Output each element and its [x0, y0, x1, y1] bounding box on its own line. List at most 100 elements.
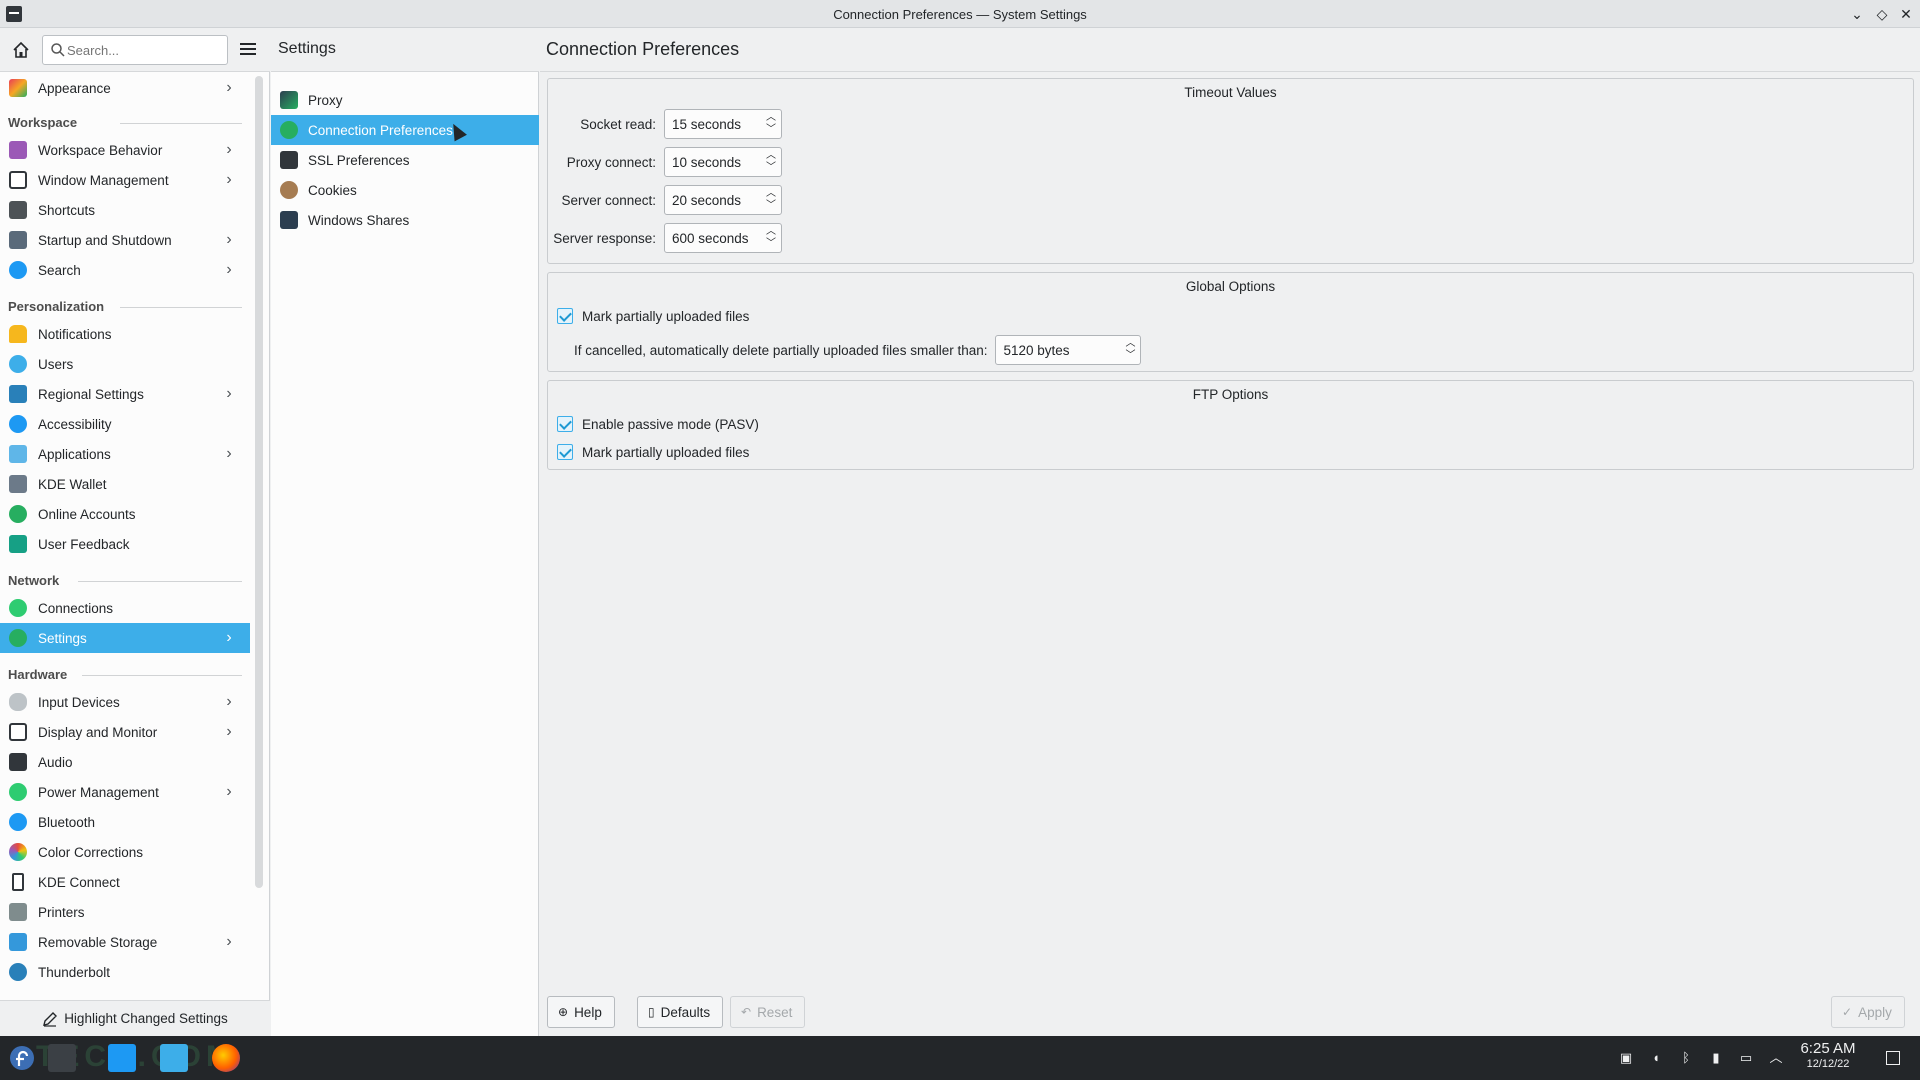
sidebar-item-label: Audio — [38, 754, 73, 770]
sidebar-item-bluetooth[interactable]: Bluetooth — [0, 807, 250, 837]
sidebar-item-settings[interactable]: Settings › — [0, 623, 250, 653]
mid-item-cookies[interactable]: Cookies — [271, 175, 539, 205]
home-icon[interactable] — [10, 39, 32, 61]
sidebar-item-label: Thunderbolt — [38, 964, 111, 980]
sidebar-item-input-devices[interactable]: Input Devices › — [0, 687, 250, 717]
chevron-right-icon: › — [226, 171, 232, 188]
spin-value: 5120 bytes — [1003, 343, 1070, 358]
category-divider — [82, 675, 242, 676]
search-input[interactable] — [67, 41, 223, 59]
chevron-up-icon[interactable]: ︿ — [765, 150, 777, 162]
minimize-icon[interactable]: ⌄ — [1847, 4, 1867, 24]
fedora-launcher-icon[interactable] — [8, 1044, 36, 1072]
sidebar-item-label: Connections — [38, 600, 114, 616]
bluetooth-icon — [9, 813, 27, 831]
sidebar-item-users[interactable]: Users — [0, 349, 250, 379]
discover-task-icon[interactable] — [108, 1044, 136, 1072]
pen-icon — [43, 1011, 58, 1027]
chevron-down-icon[interactable]: ﹀ — [765, 162, 777, 174]
chevron-up-icon[interactable]: ︿ — [765, 112, 777, 124]
sidebar-item-label: Applications — [38, 446, 111, 462]
sidebar-item-thunderbolt[interactable]: Thunderbolt — [0, 957, 250, 987]
chevron-up-icon[interactable]: ︿ — [1768, 1050, 1784, 1066]
sidebar-item-audio[interactable]: Audio — [0, 747, 250, 777]
volume-icon[interactable]: ◖ — [1648, 1050, 1664, 1066]
mark-partial-checkbox[interactable]: Mark partially uploaded files — [557, 308, 749, 324]
server-connect-spinbox[interactable]: 20 seconds ︿ ﹀ — [664, 185, 782, 215]
sidebar-item-workspace-behavior[interactable]: Workspace Behavior › — [0, 135, 250, 165]
socket-read-spinbox[interactable]: 15 seconds ︿ ﹀ — [664, 109, 782, 139]
sidebar-item-connections[interactable]: Connections — [0, 593, 250, 623]
delete-size-spinbox[interactable]: 5120 bytes ︿ ﹀ — [995, 335, 1142, 365]
system-settings-task-icon[interactable] — [48, 1044, 76, 1072]
checkbox-checked-icon[interactable] — [557, 308, 573, 324]
maximize-icon[interactable]: ◇ — [1872, 4, 1892, 24]
sidebar-item-notifications[interactable]: Notifications — [0, 319, 250, 349]
button-label: Help — [574, 1004, 602, 1020]
chevron-down-icon[interactable]: ﹀ — [765, 200, 777, 212]
chevron-down-icon[interactable]: ﹀ — [765, 238, 777, 250]
sidebar-item-search[interactable]: Search › — [0, 255, 250, 285]
category-divider — [78, 581, 242, 582]
sidebar-item-regional-settings[interactable]: Regional Settings › — [0, 379, 250, 409]
mid-item-ssl-preferences[interactable]: SSL Preferences — [271, 145, 539, 175]
ssl-icon — [280, 151, 298, 169]
sidebar-item-appearance[interactable]: Appearance › — [0, 73, 250, 103]
sidebar-item-label: KDE Wallet — [38, 476, 107, 492]
chevron-up-icon[interactable]: ︿ — [765, 188, 777, 200]
sidebar-item-kde-wallet[interactable]: KDE Wallet — [0, 469, 250, 499]
sidebar-item-online-accounts[interactable]: Online Accounts — [0, 499, 250, 529]
chevron-right-icon: › — [226, 79, 232, 96]
sidebar-item-startup-shutdown[interactable]: Startup and Shutdown › — [0, 225, 250, 255]
chevron-down-icon[interactable]: ﹀ — [1124, 350, 1136, 362]
passive-mode-checkbox[interactable]: Enable passive mode (PASV) — [557, 416, 759, 432]
sidebar-item-label: User Feedback — [38, 536, 130, 552]
sidebar-item-printers[interactable]: Printers — [0, 897, 250, 927]
appearance-icon — [9, 79, 27, 97]
network-settings-icon — [9, 629, 27, 647]
highlight-changed-settings-button[interactable]: Highlight Changed Settings — [0, 1000, 270, 1036]
mid-item-proxy[interactable]: Proxy — [271, 85, 539, 115]
mid-item-connection-preferences[interactable]: Connection Preferences — [271, 115, 539, 145]
sidebar-item-color-corrections[interactable]: Color Corrections — [0, 837, 250, 867]
sidebar-item-shortcuts[interactable]: Shortcuts — [0, 195, 250, 225]
search-field[interactable] — [42, 35, 228, 65]
sidebar-item-accessibility[interactable]: Accessibility — [0, 409, 250, 439]
sidebar-item-kde-connect[interactable]: KDE Connect — [0, 867, 250, 897]
mouse-icon — [9, 693, 27, 711]
sidebar-item-applications[interactable]: Applications › — [0, 439, 250, 469]
mid-item-windows-shares[interactable]: Windows Shares — [271, 205, 539, 235]
clipboard-icon[interactable]: ▣ — [1618, 1050, 1634, 1066]
sidebar-scrollbar[interactable] — [255, 76, 263, 888]
sidebar-item-window-management[interactable]: Window Management › — [0, 165, 250, 195]
sidebar-item-display-monitor[interactable]: Display and Monitor › — [0, 717, 250, 747]
file-manager-task-icon[interactable] — [160, 1044, 188, 1072]
clock[interactable]: 6:25 AM 12/12/22 — [1794, 1040, 1862, 1070]
hamburger-menu-icon[interactable] — [238, 40, 258, 60]
server-response-spinbox[interactable]: 600 seconds ︿ ﹀ — [664, 223, 782, 253]
chevron-down-icon[interactable]: ﹀ — [765, 124, 777, 136]
close-icon[interactable]: ✕ — [1896, 4, 1916, 24]
chevron-up-icon[interactable]: ︿ — [765, 226, 777, 238]
proxy-connect-spinbox[interactable]: 10 seconds ︿ ﹀ — [664, 147, 782, 177]
help-button[interactable]: ⊕ Help — [547, 996, 615, 1028]
sidebar-item-label: Users — [38, 356, 74, 372]
sidebar-item-removable-storage[interactable]: Removable Storage › — [0, 927, 250, 957]
apply-button[interactable]: ✓ Apply — [1831, 996, 1905, 1028]
cookie-icon — [280, 181, 298, 199]
firefox-task-icon[interactable] — [212, 1044, 240, 1072]
button-label: Reset — [757, 1004, 793, 1020]
checkbox-checked-icon[interactable] — [557, 416, 573, 432]
ftp-mark-partial-checkbox[interactable]: Mark partially uploaded files — [557, 444, 749, 460]
network-icon[interactable]: ▭ — [1738, 1050, 1754, 1066]
sidebar-item-power-management[interactable]: Power Management › — [0, 777, 250, 807]
field-label: Proxy connect: — [566, 154, 656, 170]
reset-button[interactable]: ↶ Reset — [730, 996, 806, 1028]
bluetooth-tray-icon[interactable]: ᛒ — [1678, 1050, 1694, 1066]
battery-icon[interactable]: ▮ — [1708, 1050, 1724, 1066]
defaults-button[interactable]: ▯ Defaults — [637, 996, 724, 1028]
sidebar-item-user-feedback[interactable]: User Feedback — [0, 529, 250, 559]
checkbox-checked-icon[interactable] — [557, 444, 573, 460]
chevron-up-icon[interactable]: ︿ — [1124, 338, 1136, 350]
show-desktop-icon[interactable] — [1886, 1051, 1900, 1065]
